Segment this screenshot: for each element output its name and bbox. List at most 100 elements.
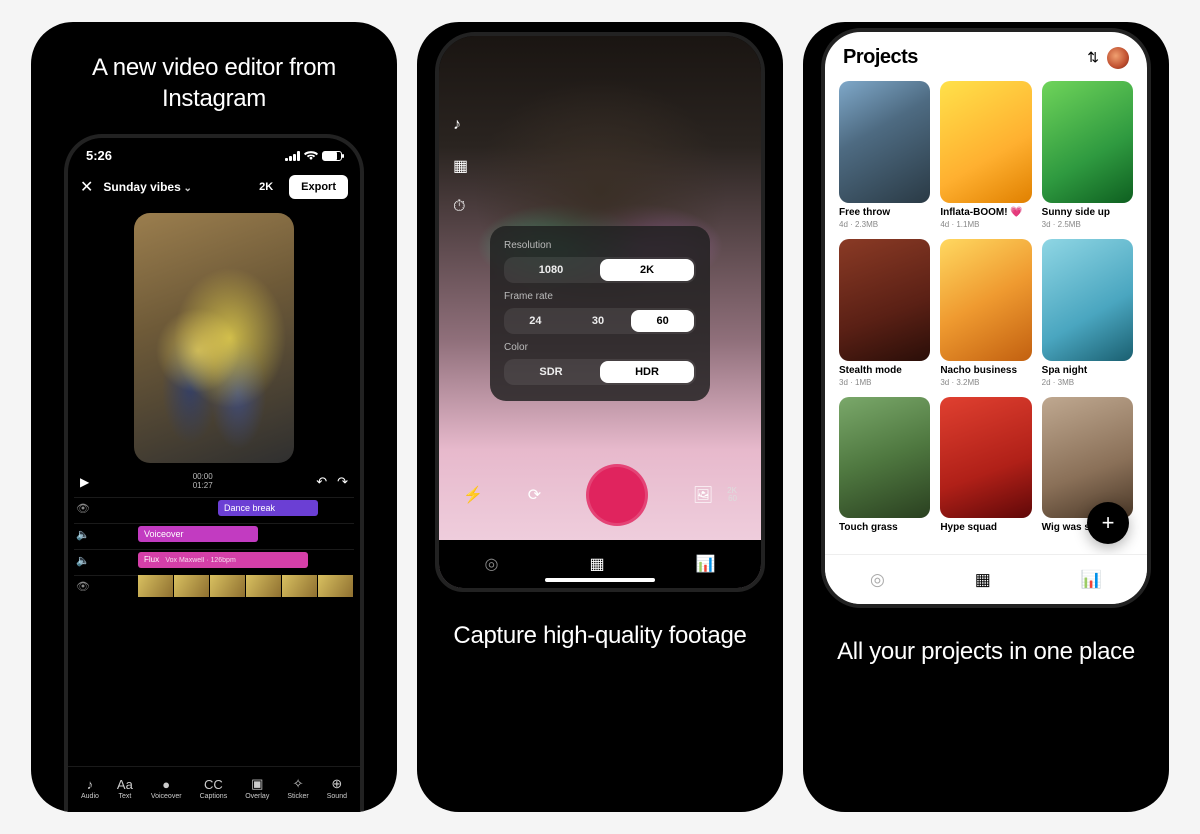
sound-icon: ⊕	[331, 777, 342, 791]
project-card[interactable]: Nacho business3d · 3.2MB	[940, 239, 1031, 387]
toolbar-captions[interactable]: CCCaptions	[200, 777, 228, 800]
segment-sdr[interactable]: SDR	[504, 359, 598, 385]
shutter-button[interactable]	[586, 464, 648, 526]
video-preview[interactable]	[134, 213, 294, 463]
project-thumbnail	[940, 239, 1031, 361]
project-thumbnail	[839, 397, 930, 519]
project-card[interactable]: Hype squad	[940, 397, 1031, 536]
export-button[interactable]: Export	[289, 175, 348, 199]
panel-video-editor: A new video editor from Instagram 5:26 ✕…	[31, 22, 397, 812]
undo-icon[interactable]: ↶	[316, 474, 327, 490]
project-card[interactable]: Stealth mode3d · 1MB	[839, 239, 930, 387]
toolbar-sticker[interactable]: ✧ Sticker	[287, 777, 308, 800]
projects-grid: Free throw4d · 2.3MBInflata-BOOM! 💗4d · …	[825, 77, 1147, 535]
sticker-icon: ✧	[293, 777, 304, 791]
nav-record-icon[interactable]: ◎	[870, 570, 885, 590]
sort-icon[interactable]: ⇅	[1087, 49, 1099, 66]
project-name-dropdown[interactable]: Sunday vibes	[103, 180, 243, 194]
project-thumbnail	[839, 239, 930, 361]
project-thumbnail	[1042, 397, 1133, 519]
toolbar-label: Sticker	[287, 793, 308, 800]
project-meta: 3d · 2.5MB	[1042, 220, 1133, 229]
segment-2k[interactable]: 2K	[600, 259, 694, 281]
track-row[interactable]: 👁 Dance break	[74, 497, 354, 519]
color-segmented[interactable]: SDRHDR	[504, 359, 696, 385]
capture-settings-card: Resolution 10802K Frame rate 243060 Colo…	[490, 226, 710, 401]
project-card[interactable]: Sunny side up3d · 2.5MB	[1042, 81, 1133, 229]
segment-24[interactable]: 24	[504, 308, 567, 334]
nav-insights-icon[interactable]: 📊	[1081, 570, 1102, 590]
track-row[interactable]: 🔈 Flux Vox Maxwell · 126bpm	[74, 549, 354, 571]
new-project-button[interactable]: +	[1087, 502, 1129, 544]
segment-30[interactable]: 30	[567, 308, 630, 334]
segment-hdr[interactable]: HDR	[600, 361, 694, 383]
eye-icon[interactable]: 👁	[74, 580, 92, 593]
quality-fps: 60	[727, 495, 737, 503]
project-card[interactable]: Touch grass	[839, 397, 930, 536]
toolbar-voiceover[interactable]: ●Voiceover	[151, 777, 182, 800]
project-name: Stealth mode	[839, 365, 930, 377]
segment-60[interactable]: 60	[631, 310, 694, 332]
avatar[interactable]	[1107, 47, 1129, 69]
captions-icon: CC	[204, 777, 223, 791]
project-card[interactable]: Spa night2d · 3MB	[1042, 239, 1133, 387]
capture-controls: ⚡ ⟳ 🖼 2K 60	[439, 464, 761, 526]
toolbar-text[interactable]: AaText	[117, 777, 133, 800]
duration: 01:27	[101, 482, 304, 491]
status-time: 5:26	[86, 148, 112, 163]
track-row[interactable]: 👁	[74, 575, 354, 597]
nav-projects-icon[interactable]: ▦	[589, 554, 604, 574]
toolbar-overlay[interactable]: ▣Overlay	[245, 777, 269, 800]
panel2-title: Capture high-quality footage	[417, 592, 783, 679]
nav-record-icon[interactable]: ◎	[484, 554, 498, 574]
camera-side-tools: ♪ ▦ ⏱	[453, 116, 468, 216]
audio-icon[interactable]: 🔈	[74, 528, 92, 541]
wifi-icon	[304, 151, 318, 161]
nav-projects-icon[interactable]: ▦	[975, 570, 991, 590]
clip-dance[interactable]: Dance break	[218, 500, 318, 516]
project-thumbnail	[1042, 81, 1133, 203]
color-label: Color	[504, 342, 696, 353]
toolbar-sound[interactable]: ⊕Sound	[327, 777, 347, 800]
phone-frame-projects: Projects ⇅ Free throw4d · 2.3MBInflata-B…	[821, 28, 1151, 608]
flash-icon[interactable]: ⚡	[463, 485, 483, 505]
nav-insights-icon[interactable]: 📊	[696, 554, 716, 574]
play-icon[interactable]: ▶	[80, 475, 89, 489]
clip-flux-meta: Vox Maxwell · 126bpm	[165, 557, 235, 564]
resolution-segmented[interactable]: 10802K	[504, 257, 696, 283]
eye-icon[interactable]: 👁	[74, 502, 92, 515]
project-thumbnail	[839, 81, 930, 203]
audio-icon[interactable]: 🔈	[74, 554, 92, 567]
project-card[interactable]: Inflata-BOOM! 💗4d · 1.1MB	[940, 81, 1031, 229]
voiceover-icon: ●	[162, 777, 170, 791]
panel3-title: All your projects in one place	[803, 608, 1169, 695]
battery-icon	[322, 151, 342, 161]
toolbar-audio[interactable]: ♪Audio	[81, 777, 99, 800]
panel-projects: Projects ⇅ Free throw4d · 2.3MBInflata-B…	[803, 22, 1169, 812]
project-name: Hype squad	[940, 522, 1031, 534]
timeline-header: ▶ 00:00 01:27 ↶ ↷	[68, 467, 360, 497]
toolbar-label: Audio	[81, 793, 99, 800]
clip-flux[interactable]: Flux Vox Maxwell · 126bpm	[138, 552, 308, 568]
segment-1080[interactable]: 1080	[504, 257, 598, 283]
project-card[interactable]: Free throw4d · 2.3MB	[839, 81, 930, 229]
timecode: 00:00 01:27	[101, 473, 304, 491]
framerate-segmented[interactable]: 243060	[504, 308, 696, 334]
track-row[interactable]: 🔈 Voiceover	[74, 523, 354, 545]
gallery-icon[interactable]: 🖼	[693, 485, 713, 505]
project-meta: 4d · 2.3MB	[839, 220, 930, 229]
quality-indicator[interactable]: 2K 60	[727, 487, 737, 503]
redo-icon[interactable]: ↷	[337, 474, 348, 490]
timer-icon[interactable]: ⏱	[453, 198, 468, 216]
grid-icon[interactable]: ▦	[453, 156, 468, 176]
music-icon[interactable]: ♪	[453, 116, 468, 134]
phone-frame-editor: 5:26 ✕ Sunday vibes 2K Export ▶ 00:00 01…	[64, 134, 364, 812]
close-icon[interactable]: ✕	[80, 177, 93, 197]
clip-voiceover[interactable]: Voiceover	[138, 526, 258, 542]
resolution-chip[interactable]: 2K	[253, 177, 279, 197]
panel1-title: A new video editor from Instagram	[31, 22, 397, 134]
clip-video-thumbs[interactable]	[138, 575, 354, 597]
flip-camera-icon[interactable]: ⟳	[528, 485, 541, 505]
project-meta: 3d · 1MB	[839, 378, 930, 387]
timeline-tracks[interactable]: 👁 Dance break 🔈 Voiceover 🔈 Flux Vox Max…	[68, 497, 360, 597]
